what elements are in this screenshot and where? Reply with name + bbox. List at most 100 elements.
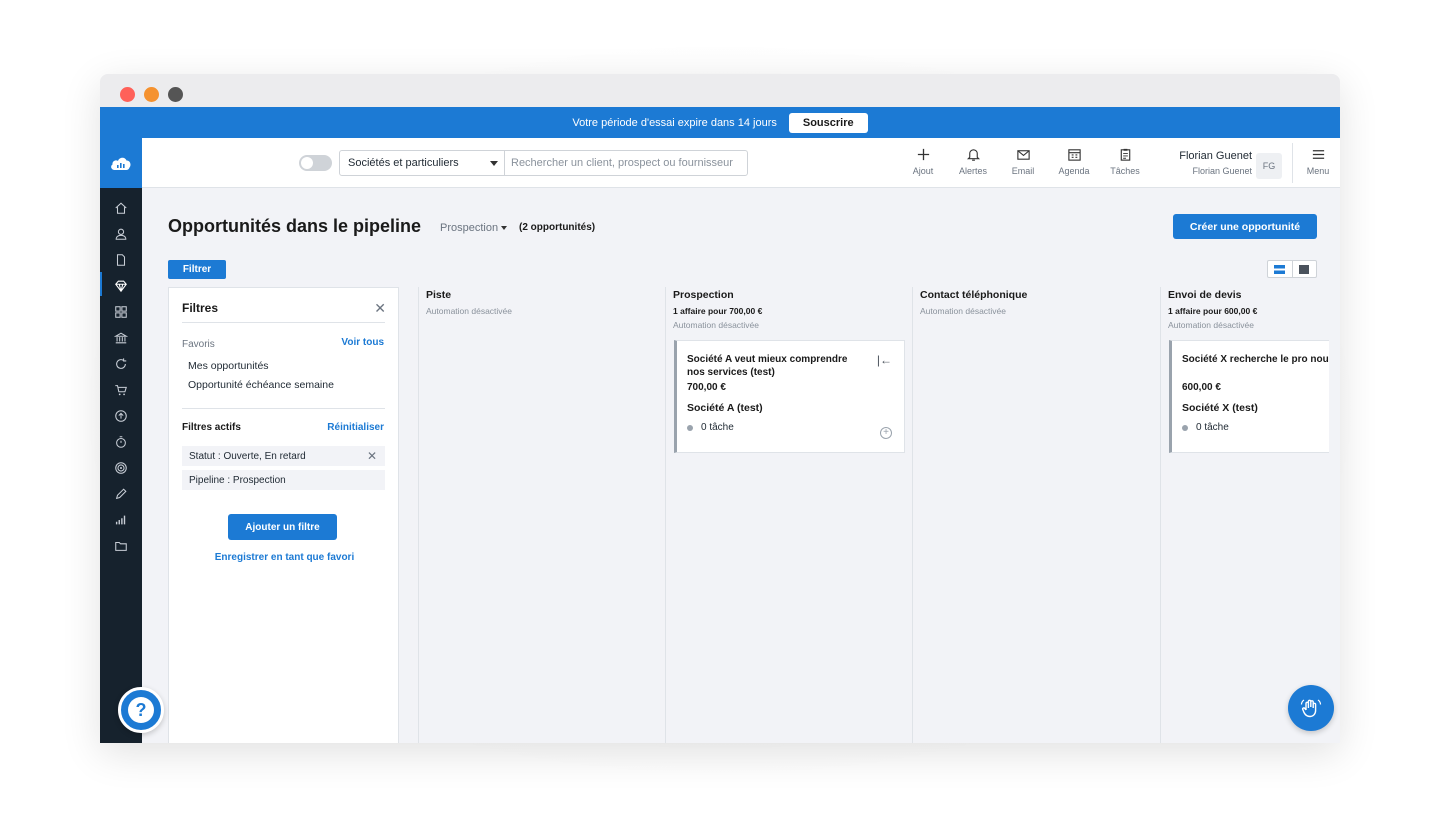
menu-label: Menu: [1306, 166, 1330, 176]
waving-hand-icon: [1300, 699, 1322, 718]
create-opportunity-button[interactable]: Créer une opportunité: [1173, 214, 1317, 239]
column-title: Contact téléphonique: [920, 289, 1028, 301]
subscribe-button[interactable]: Souscrire: [788, 112, 868, 133]
user-menu[interactable]: Florian Guenet Florian Guenet: [1152, 150, 1252, 176]
sidebar-item-contacts[interactable]: [112, 225, 130, 243]
sidebar-item-products[interactable]: [112, 303, 130, 321]
close-icon[interactable]: ✕: [374, 300, 386, 317]
refresh-icon: [116, 358, 127, 369]
chevron-down-icon: [501, 226, 508, 231]
column-title: Envoi de devis: [1168, 289, 1242, 301]
card-tasks-label: 0 tâche: [701, 422, 734, 433]
reset-filters-link[interactable]: Réinitialiser: [327, 422, 384, 433]
column-summary: 1 affaire pour 700,00 €: [673, 306, 763, 316]
trial-text: Votre période d'essai expire dans 14 jou…: [572, 116, 777, 129]
favorite-item[interactable]: Mes opportunités: [188, 360, 269, 372]
list-view-button[interactable]: [1268, 261, 1293, 277]
tasks-button[interactable]: Tâches: [1100, 147, 1150, 176]
pipeline-column: Contact téléphonique Automation désactiv…: [912, 287, 1159, 743]
calendar-icon: [1067, 149, 1081, 161]
column-automation: Automation désactivée: [1168, 320, 1254, 330]
cloud-logo-icon: [111, 157, 131, 170]
menu-button[interactable]: Menu: [1293, 147, 1340, 176]
add-filter-button[interactable]: Ajouter un filtre: [228, 514, 337, 540]
sidebar-item-opportunities[interactable]: [112, 277, 130, 295]
sidebar-item-documents[interactable]: [112, 251, 130, 269]
add-task-icon[interactable]: +: [880, 427, 892, 439]
sidebar-item-purchases[interactable]: [112, 381, 130, 399]
email-label: Email: [1011, 166, 1035, 176]
see-all-link[interactable]: Voir tous: [341, 337, 384, 348]
question-icon: ?: [128, 697, 154, 723]
filters-panel: Filtres ✕ Favoris Voir tous Mes opportun…: [168, 287, 399, 743]
opportunity-card[interactable]: Société A veut mieux comprendre nos serv…: [674, 340, 905, 453]
search-scope-select[interactable]: Sociétés et particuliers: [339, 150, 505, 176]
plus-icon: [917, 148, 929, 161]
sidebar-item-goals[interactable]: [112, 459, 130, 477]
opportunity-card[interactable]: Société X recherche le pro nous vendons …: [1169, 340, 1329, 453]
tasks-label: Tâches: [1110, 166, 1140, 176]
column-title: Prospection: [673, 289, 734, 301]
column-automation: Automation désactivée: [920, 306, 1006, 316]
active-filter-label: Statut : Ouverte, En retard: [189, 450, 306, 462]
scope-toggle[interactable]: [299, 155, 332, 171]
grid-icon: [115, 306, 127, 318]
minimize-window-button[interactable]: [144, 87, 159, 102]
add-label: Ajout: [912, 166, 934, 176]
sidebar-item-bank[interactable]: [112, 329, 130, 347]
email-button[interactable]: Email: [998, 147, 1048, 176]
folder-icon: [115, 541, 127, 551]
card-tasks-label: 0 tâche: [1196, 422, 1229, 433]
avatar[interactable]: FG: [1256, 153, 1282, 179]
cart-icon: [115, 385, 127, 396]
document-icon: [116, 254, 126, 266]
column-automation: Automation désactivée: [426, 306, 512, 316]
favorites-label: Favoris: [182, 339, 215, 350]
alerts-button[interactable]: Alertes: [948, 147, 998, 176]
save-as-favorite-link[interactable]: Enregistrer en tant que favori: [169, 552, 400, 563]
column-summary: 1 affaire pour 600,00 €: [1168, 306, 1258, 316]
target-icon: [115, 462, 127, 474]
board-icon: [1299, 264, 1310, 274]
close-window-button[interactable]: [120, 87, 135, 102]
card-amount: 700,00 €: [687, 382, 726, 393]
timer-icon: [116, 436, 126, 448]
favorite-item[interactable]: Opportunité échéance semaine: [188, 379, 334, 391]
active-filter-chip: Statut : Ouverte, En retard ✕: [182, 446, 385, 466]
active-filters-label: Filtres actifs: [182, 422, 241, 433]
hamburger-icon: [1312, 150, 1324, 159]
card-title: Société A veut mieux comprendre nos serv…: [687, 354, 848, 378]
sidebar-item-reports[interactable]: [112, 511, 130, 529]
maximize-window-button[interactable]: [168, 87, 183, 102]
home-icon: [115, 202, 127, 214]
card-company: Société X (test): [1182, 402, 1258, 414]
sidebar-item-home[interactable]: [112, 199, 130, 217]
sidebar-item-files[interactable]: [112, 537, 130, 555]
move-back-icon[interactable]: |←: [877, 353, 892, 367]
add-button[interactable]: Ajout: [898, 147, 948, 176]
agenda-button[interactable]: Agenda: [1049, 147, 1099, 176]
active-filter-label: Pipeline : Prospection: [189, 474, 286, 486]
app-logo[interactable]: [100, 138, 142, 188]
remove-filter-icon[interactable]: ✕: [367, 449, 377, 463]
user-icon: [115, 228, 127, 240]
kanban-view-button[interactable]: [1293, 261, 1317, 277]
sidebar-item-time[interactable]: [112, 433, 130, 451]
sidebar: [100, 188, 142, 743]
sidebar-item-upload[interactable]: [112, 407, 130, 425]
filters-title: Filtres: [182, 301, 219, 315]
pipeline-select[interactable]: Prospection: [440, 222, 508, 234]
pipeline-value: Prospection: [440, 222, 499, 234]
search-input[interactable]: [504, 150, 748, 176]
mail-icon: [1016, 150, 1030, 160]
help-button[interactable]: ?: [118, 687, 164, 733]
view-toggle: [1267, 260, 1317, 278]
sidebar-item-edit[interactable]: [112, 485, 130, 503]
chat-button[interactable]: [1288, 685, 1334, 731]
sidebar-item-recurring[interactable]: [112, 355, 130, 373]
filter-button[interactable]: Filtrer: [168, 260, 226, 279]
divider: [182, 322, 385, 323]
user-name: Florian Guenet: [1179, 150, 1252, 162]
card-tasks: 0 tâche: [1182, 422, 1229, 433]
upload-icon: [115, 410, 127, 422]
